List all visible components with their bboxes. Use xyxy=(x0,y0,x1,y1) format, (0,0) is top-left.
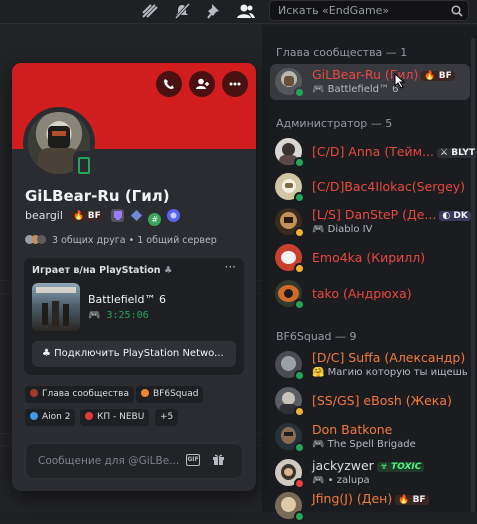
role-color-dot xyxy=(141,389,149,397)
role-color-dot xyxy=(85,412,93,420)
member-name: Emo4ka (Кирилл) xyxy=(312,250,426,265)
add-friend-icon[interactable] xyxy=(189,71,215,97)
search-input[interactable]: Искать «EndGame» xyxy=(269,0,469,21)
guild-tag: ◐ DK xyxy=(439,211,471,221)
mouse-cursor-icon xyxy=(394,73,406,89)
activity-elapsed: 🎮 3:25:06 xyxy=(88,310,149,321)
guild-tag: 🔥 BF xyxy=(421,71,455,81)
badge-twitch-icon[interactable] xyxy=(111,209,125,222)
gamepad-icon: 🎮 xyxy=(312,475,325,486)
search-placeholder: Искать «EndGame» xyxy=(278,4,390,17)
member-item[interactable]: [C/D] Anna (Тейм... ⚔ BLYT xyxy=(270,134,477,170)
status-online-icon xyxy=(294,192,305,203)
member-item[interactable]: [D/C] Suffa (Александр) 🤗 Магию которую … xyxy=(270,347,470,383)
member-name: jackyzwer ☣ TOXIC xyxy=(312,458,425,473)
voice-call-icon[interactable] xyxy=(156,71,182,97)
guild-tag: ⚔ BLYT xyxy=(437,148,477,158)
member-name: Jfing(J) (Ден) 🔥 BF xyxy=(312,491,429,506)
member-item[interactable]: [L/S] DanSteP (Де... ◐ DK 🎮 Diablo IV xyxy=(270,204,471,240)
game-cover-image xyxy=(32,283,80,331)
roles-more-chip[interactable]: +5 xyxy=(155,409,179,426)
profile-username-row: beargil 🔥 BF # xyxy=(25,209,180,226)
status-online-icon xyxy=(294,299,305,310)
member-item[interactable]: tako (Андрюха) xyxy=(270,276,470,312)
role-chip[interactable]: BF6Squad xyxy=(136,386,204,403)
member-item[interactable]: [SS/GS] eBosh (Жека) xyxy=(270,383,470,419)
badge-boost-icon[interactable] xyxy=(166,209,180,222)
section-header: Глава сообщества — 1 xyxy=(276,46,408,59)
role-color-dot xyxy=(30,412,38,420)
member-activity: 🎮 The Spell Brigade xyxy=(312,439,416,450)
mute-notifications-icon[interactable] xyxy=(172,2,192,20)
playstation-icon: ♣ xyxy=(163,265,173,276)
member-activity: 🎮 Battlefield™ 6 xyxy=(312,84,399,95)
gamepad-icon: 🎮 xyxy=(312,84,325,95)
mutuals-row[interactable]: 3 общих друга • 1 общий сервер xyxy=(25,235,217,246)
guild-tag: 🔥 BF xyxy=(395,495,429,505)
gamepad-icon: 🎮 xyxy=(312,224,325,235)
pinned-messages-icon[interactable] xyxy=(204,2,224,20)
member-item[interactable]: Don Batkone 🎮 The Spell Brigade xyxy=(270,419,470,455)
member-name: [L/S] DanSteP (Де... ◐ DK xyxy=(312,207,471,222)
status-mobile-icon xyxy=(73,151,95,179)
playstation-icon: ♣ xyxy=(42,348,51,359)
member-item[interactable]: Emo4ka (Кирилл) xyxy=(270,240,470,276)
member-item[interactable]: Jfing(J) (Ден) 🔥 BF xyxy=(270,488,470,524)
status-online-icon xyxy=(294,87,305,98)
activity-more-icon[interactable]: ··· xyxy=(225,260,236,274)
guild-tag[interactable]: 🔥 BF xyxy=(70,211,104,221)
member-name: [C/D]Bac4Ilokac(Sergey) xyxy=(312,179,466,194)
member-list-icon[interactable] xyxy=(236,2,256,20)
member-item[interactable]: GiLBear-Ru (Гил) 🔥 BF 🎮 Battlefield™ 6 xyxy=(270,64,470,100)
emoji-icon: 🤗 xyxy=(312,367,325,378)
connect-playstation-button[interactable]: ♣ Подключить PlayStation Netwo... xyxy=(32,341,236,367)
section-header: BF6Squad — 9 xyxy=(276,330,357,343)
status-online-icon xyxy=(294,157,305,168)
member-item[interactable]: jackyzwer ☣ TOXIC 🎮 • zalupa xyxy=(270,455,470,491)
gif-icon[interactable]: GIF xyxy=(186,454,200,466)
member-name: [SS/GS] eBosh (Жека) xyxy=(312,393,452,408)
status-online-icon xyxy=(294,442,305,453)
status-idle-icon xyxy=(294,227,305,238)
status-idle-icon xyxy=(294,406,305,417)
status-idle-icon xyxy=(294,263,305,274)
section-header: Администратор — 5 xyxy=(276,117,393,130)
activity-card: Играет в/на PlayStation ♣ ··· Battlefiel… xyxy=(24,258,244,375)
profile-username: beargil xyxy=(25,209,63,222)
gamepad-icon: 🎮 xyxy=(312,439,325,450)
member-item[interactable]: [C/D]Bac4Ilokac(Sergey) xyxy=(270,169,470,205)
member-name: GiLBear-Ru (Гил) 🔥 BF xyxy=(312,67,455,82)
activity-header: Играет в/на PlayStation ♣ xyxy=(32,265,173,276)
user-profile-popout: GiLBear-Ru (Гил) beargil 🔥 BF # 3 общих … xyxy=(12,63,256,491)
message-input[interactable]: Сообщение для @GiLBe... GIF xyxy=(25,443,243,479)
activity-game-name: Battlefield™ 6 xyxy=(88,293,166,306)
role-chip[interactable]: Глава сообщества xyxy=(25,386,134,403)
member-name: [D/C] Suffa (Александр) xyxy=(312,350,466,365)
status-online-icon xyxy=(294,370,305,381)
member-activity: 🎮 • zalupa xyxy=(312,475,370,486)
member-name: [C/D] Anna (Тейм... ⚔ BLYT xyxy=(312,144,477,159)
status-online-icon xyxy=(294,511,305,522)
member-activity: 🤗 Магию которую ты ищешь, на... xyxy=(312,367,467,378)
gift-icon[interactable] xyxy=(212,453,225,469)
gamepad-icon: 🎮 xyxy=(88,310,101,321)
message-placeholder: Сообщение для @GiLBe... xyxy=(38,455,180,467)
member-list-scrollbar[interactable] xyxy=(471,38,475,512)
role-color-dot xyxy=(30,389,38,397)
role-chip[interactable]: КП - NEBU xyxy=(80,409,150,426)
more-options-icon[interactable] xyxy=(222,71,248,97)
member-name: tako (Андрюха) xyxy=(312,286,412,301)
mutuals-text: 3 общих друга • 1 общий сервер xyxy=(52,235,217,246)
profile-display-name: GiLBear-Ru (Гил) xyxy=(25,187,170,205)
member-name: Don Batkone xyxy=(312,422,393,437)
mutual-friend-avatar xyxy=(37,235,46,244)
guild-tag: ☣ TOXIC xyxy=(376,462,425,472)
role-chip[interactable]: Aion 2 xyxy=(25,409,76,426)
member-activity: 🎮 Diablo IV xyxy=(312,224,373,235)
badge-active-developer-icon[interactable]: # xyxy=(148,213,162,226)
search-icon xyxy=(451,4,463,23)
threads-icon[interactable] xyxy=(140,2,160,20)
top-toolbar: Искать «EndGame» xyxy=(0,0,477,24)
badge-hypesquad-icon[interactable] xyxy=(129,209,143,222)
